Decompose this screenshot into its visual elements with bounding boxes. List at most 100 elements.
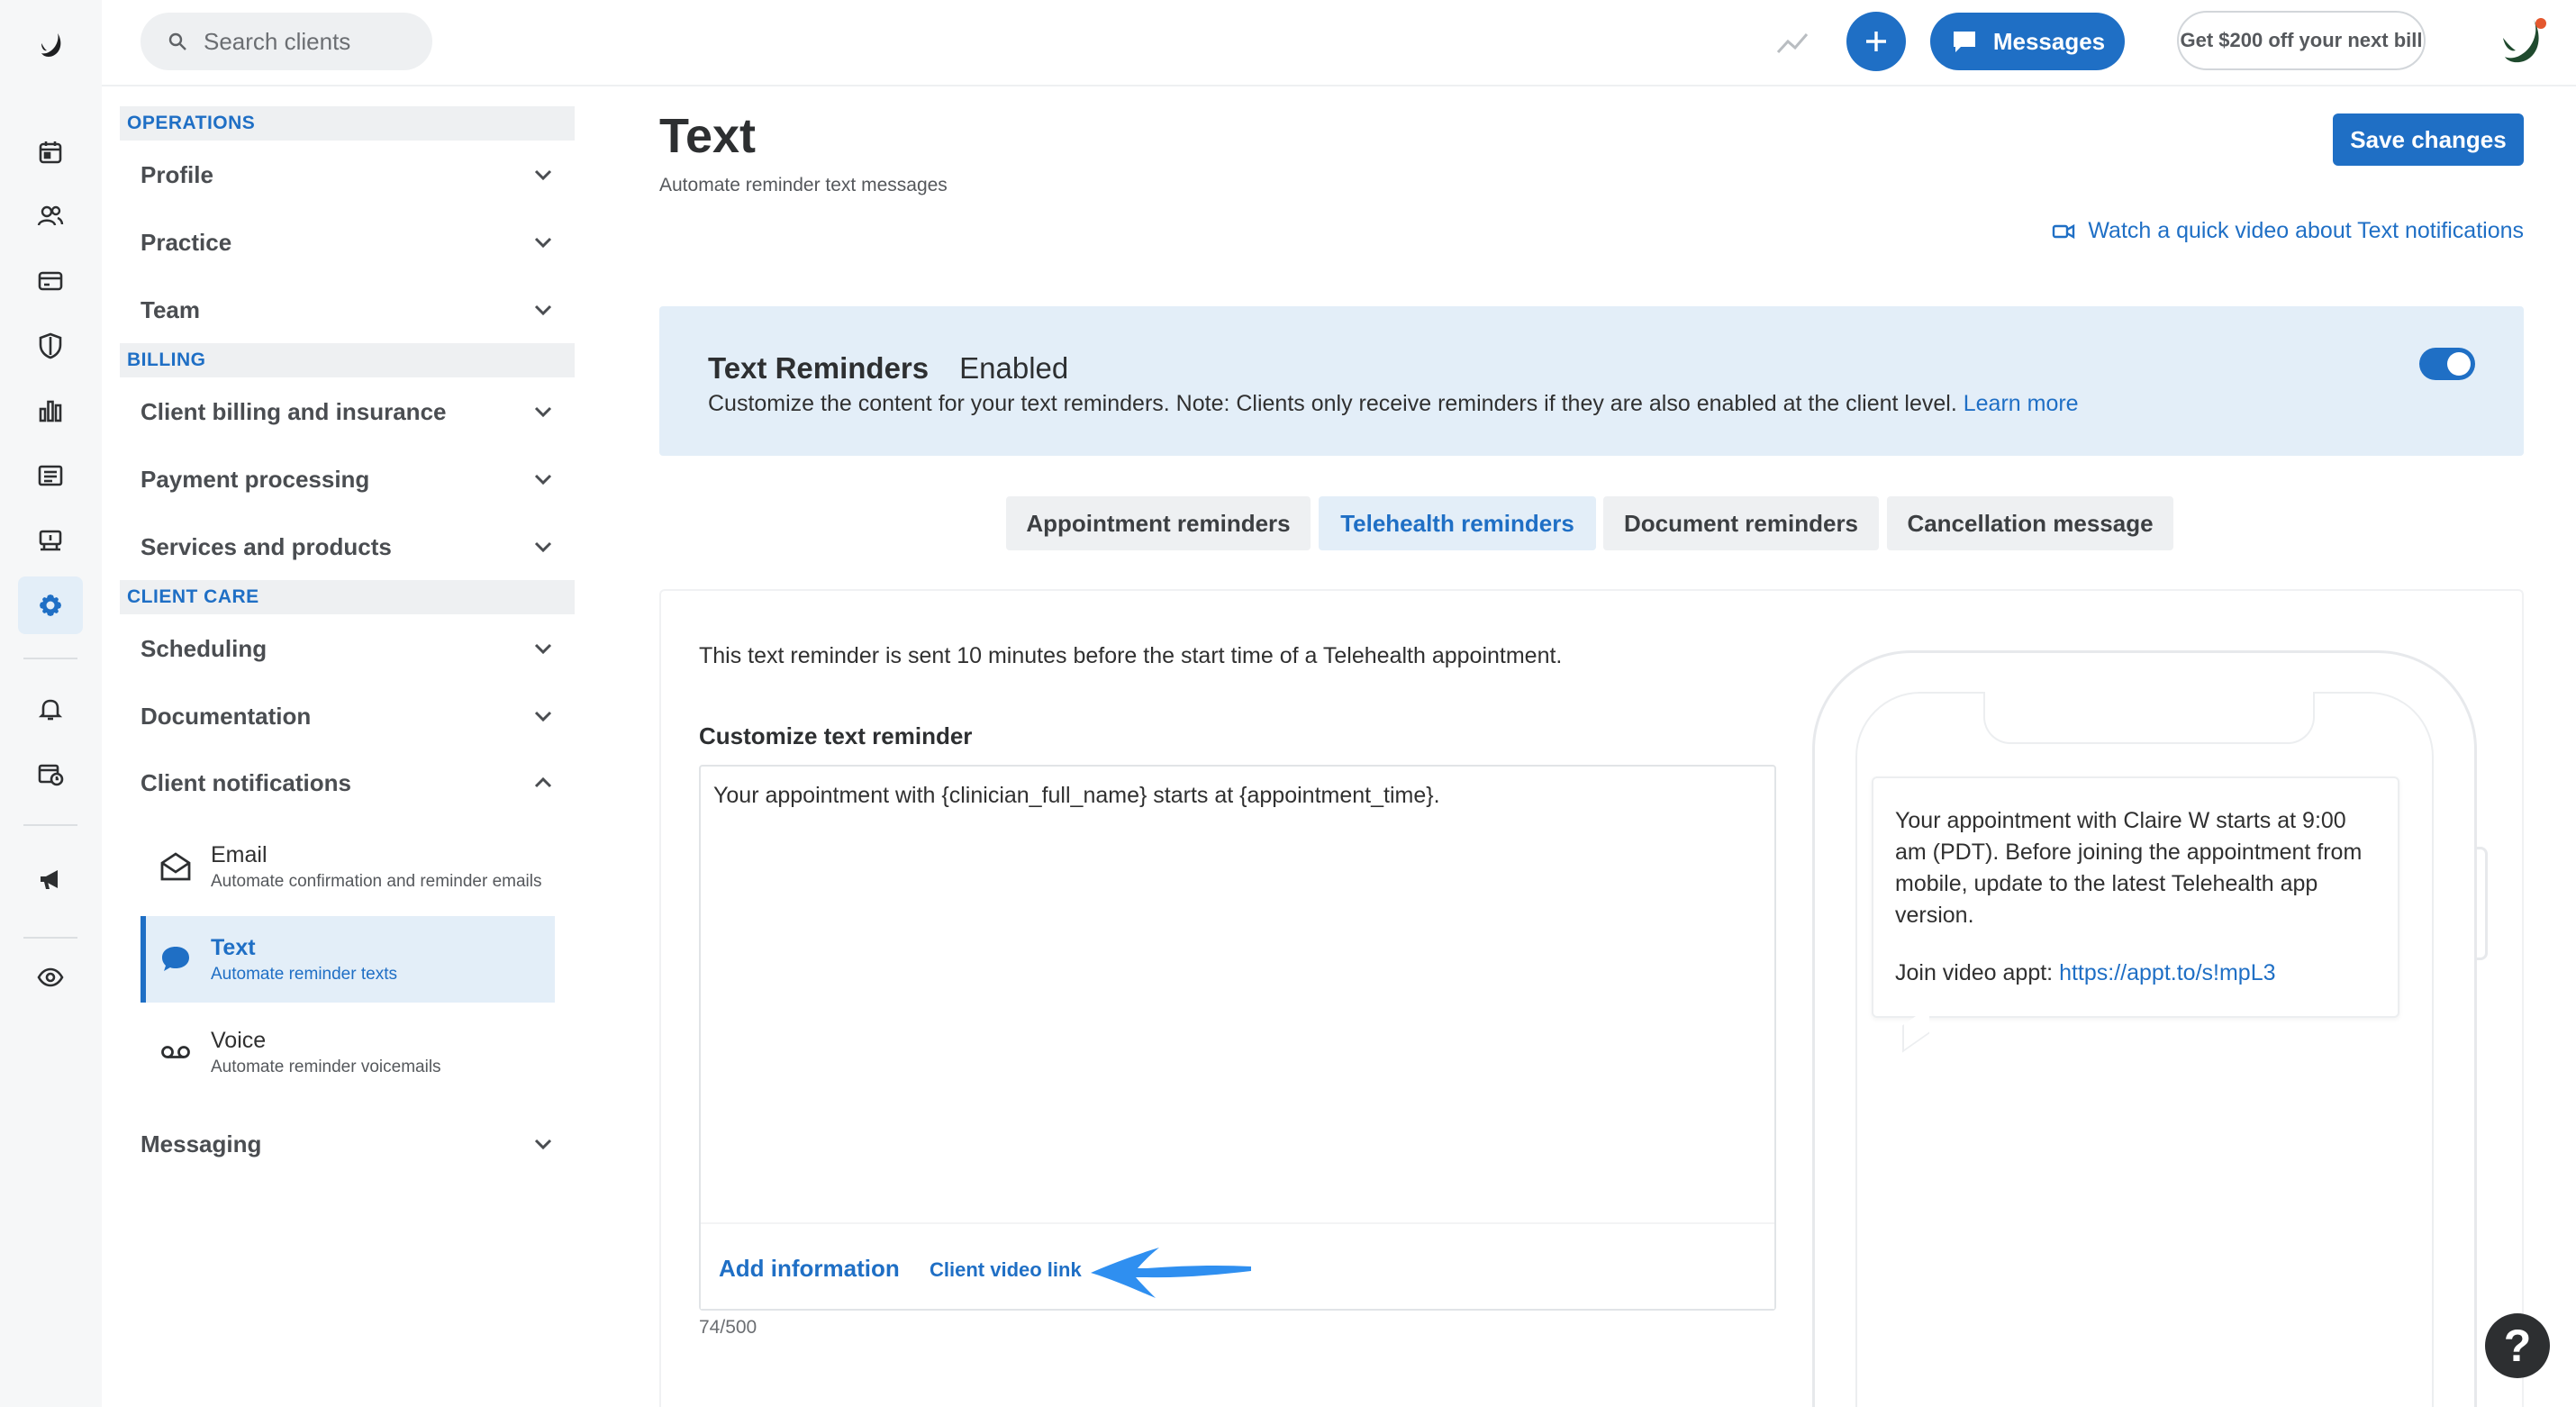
add-information-button[interactable]: Add information: [719, 1255, 900, 1283]
toggle-knob: [2447, 352, 2471, 376]
trend-icon[interactable]: [1774, 23, 1810, 64]
editor-toolbar: Add information Client video link: [701, 1222, 1774, 1309]
menu-item-label: Profile: [141, 160, 213, 188]
help-button[interactable]: ?: [2485, 1313, 2550, 1378]
submenu-item-voice[interactable]: Voice Automate reminder voicemails: [141, 1009, 555, 1095]
pointer-arrow-icon: [1091, 1248, 1251, 1298]
tab-cancellation-message[interactable]: Cancellation message: [1887, 496, 2173, 550]
messages-button[interactable]: Messages: [1930, 13, 2125, 70]
tab-document-reminders[interactable]: Document reminders: [1603, 496, 1879, 550]
customize-label: Customize text reminder: [699, 722, 973, 749]
account-logo-icon: [2503, 18, 2546, 63]
chevron-down-icon: [534, 169, 552, 181]
calendar-icon[interactable]: [18, 123, 83, 181]
preview-join-line: Join video appt: https://appt.to/s!mpL3: [1895, 960, 2376, 986]
menu-item-label: Practice: [141, 228, 232, 256]
menu-item-services-products[interactable]: Services and products: [141, 522, 555, 572]
chevron-down-icon: [534, 1139, 552, 1150]
banner-title: Text Reminders Enabled: [708, 351, 1068, 386]
menu-item-scheduling[interactable]: Scheduling: [141, 623, 555, 674]
tab-telehealth-reminders[interactable]: Telehealth reminders: [1319, 496, 1596, 550]
promo-label: Get $200 off your next bill: [2180, 29, 2423, 51]
search-input[interactable]: Search clients: [141, 13, 432, 70]
learn-more-link[interactable]: Learn more: [1964, 391, 2079, 416]
insurance-shield-icon[interactable]: [18, 317, 83, 375]
billing-icon[interactable]: [18, 252, 83, 310]
tab-appointment-reminders[interactable]: Appointment reminders: [1006, 496, 1311, 550]
menu-item-label: Client notifications: [141, 768, 351, 796]
chevron-down-icon: [534, 541, 552, 553]
add-button[interactable]: [1846, 12, 1906, 71]
menu-item-practice[interactable]: Practice: [141, 217, 555, 268]
marketplace-icon[interactable]: [18, 512, 83, 569]
save-changes-button[interactable]: Save changes: [2333, 113, 2524, 166]
chevron-down-icon: [534, 643, 552, 655]
menu-item-team[interactable]: Team: [141, 285, 555, 335]
section-header-operations: OPERATIONS: [120, 106, 575, 141]
preview-message-bubble: Your appointment with Claire W starts at…: [1872, 776, 2399, 1018]
page-title: Text: [659, 109, 757, 163]
chevron-down-icon: [534, 711, 552, 722]
clients-icon[interactable]: [18, 187, 83, 245]
preview-message-text: Your appointment with Claire W starts at…: [1895, 808, 2363, 928]
preview-join-url[interactable]: https://appt.to/s!mpL3: [2059, 960, 2275, 985]
menu-item-label: Messaging: [141, 1130, 262, 1157]
chevron-down-icon: [534, 474, 552, 486]
chat-bubble-icon: [1953, 32, 1975, 52]
menu-item-label: Team: [141, 295, 200, 323]
menu-item-profile[interactable]: Profile: [141, 150, 555, 200]
text-reminders-toggle[interactable]: [2419, 348, 2475, 380]
submenu-title: Voice: [211, 1028, 267, 1053]
settings-menu: OPERATIONS Profile Practice Team BILLING…: [102, 86, 594, 1407]
submenu-description: Automate confirmation and reminder email…: [211, 872, 542, 891]
watch-video-link[interactable]: Watch a quick video about Text notificat…: [2052, 218, 2524, 244]
documents-icon[interactable]: [18, 447, 83, 504]
plus-icon: [1866, 32, 1886, 51]
phone-notch: [1983, 692, 2315, 744]
submenu-item-email[interactable]: Email Automate confirmation and reminder…: [141, 823, 555, 910]
notifications-bell-icon[interactable]: [18, 680, 83, 738]
speech-bubble-icon: [162, 947, 189, 971]
chevron-down-icon: [534, 406, 552, 418]
text-reminders-banner: Text Reminders Enabled Customize the con…: [659, 306, 2524, 456]
promo-button[interactable]: Get $200 off your next bill: [2177, 11, 2426, 70]
chevron-down-icon: [534, 304, 552, 316]
panel-description: This text reminder is sent 10 minutes be…: [699, 643, 1563, 668]
submenu-title: Email: [211, 842, 268, 867]
reminder-text-editor[interactable]: Your appointment with {clinician_full_na…: [699, 765, 1776, 1311]
banner-title-label: Text Reminders: [708, 351, 930, 385]
video-camera-icon: [2053, 223, 2075, 239]
character-counter: 74/500: [699, 1317, 757, 1338]
menu-item-messaging[interactable]: Messaging: [141, 1119, 555, 1169]
submenu-description: Automate reminder texts: [211, 965, 397, 984]
reminders-icon[interactable]: [18, 745, 83, 803]
phone-side-button: [2475, 847, 2488, 960]
logo-icon[interactable]: [18, 16, 83, 74]
menu-item-documentation[interactable]: Documentation: [141, 691, 555, 741]
page-subtitle: Automate reminder text messages: [659, 175, 948, 195]
icon-rail: [0, 0, 102, 1407]
editor-content[interactable]: Your appointment with {clinician_full_na…: [713, 783, 1440, 809]
client-video-link-button[interactable]: Client video link: [930, 1258, 1082, 1282]
settings-icon[interactable]: [18, 576, 83, 634]
chevron-up-icon: [534, 776, 552, 788]
submenu-title: Text: [211, 935, 256, 960]
submenu-item-text[interactable]: Text Automate reminder texts: [141, 916, 555, 1003]
announcements-megaphone-icon[interactable]: [18, 850, 83, 908]
top-bar: Search clients Messages Get $200 off you…: [102, 0, 2576, 86]
search-icon: [168, 32, 186, 50]
voicemail-icon: [161, 1046, 190, 1058]
menu-item-payment-processing[interactable]: Payment processing: [141, 454, 555, 504]
envelope-icon: [160, 852, 191, 881]
chevron-down-icon: [534, 237, 552, 249]
menu-item-label: Scheduling: [141, 634, 268, 662]
visibility-eye-icon[interactable]: [18, 949, 83, 1006]
menu-item-client-notifications[interactable]: Client notifications: [141, 758, 555, 808]
menu-item-client-billing[interactable]: Client billing and insurance: [141, 386, 555, 437]
account-avatar[interactable]: [2494, 13, 2552, 70]
messages-label: Messages: [1992, 27, 2106, 55]
analytics-icon[interactable]: [18, 382, 83, 440]
menu-item-label: Payment processing: [141, 465, 370, 493]
submenu-description: Automate reminder voicemails: [211, 1058, 441, 1076]
watch-video-label: Watch a quick video about Text notificat…: [2088, 218, 2524, 243]
